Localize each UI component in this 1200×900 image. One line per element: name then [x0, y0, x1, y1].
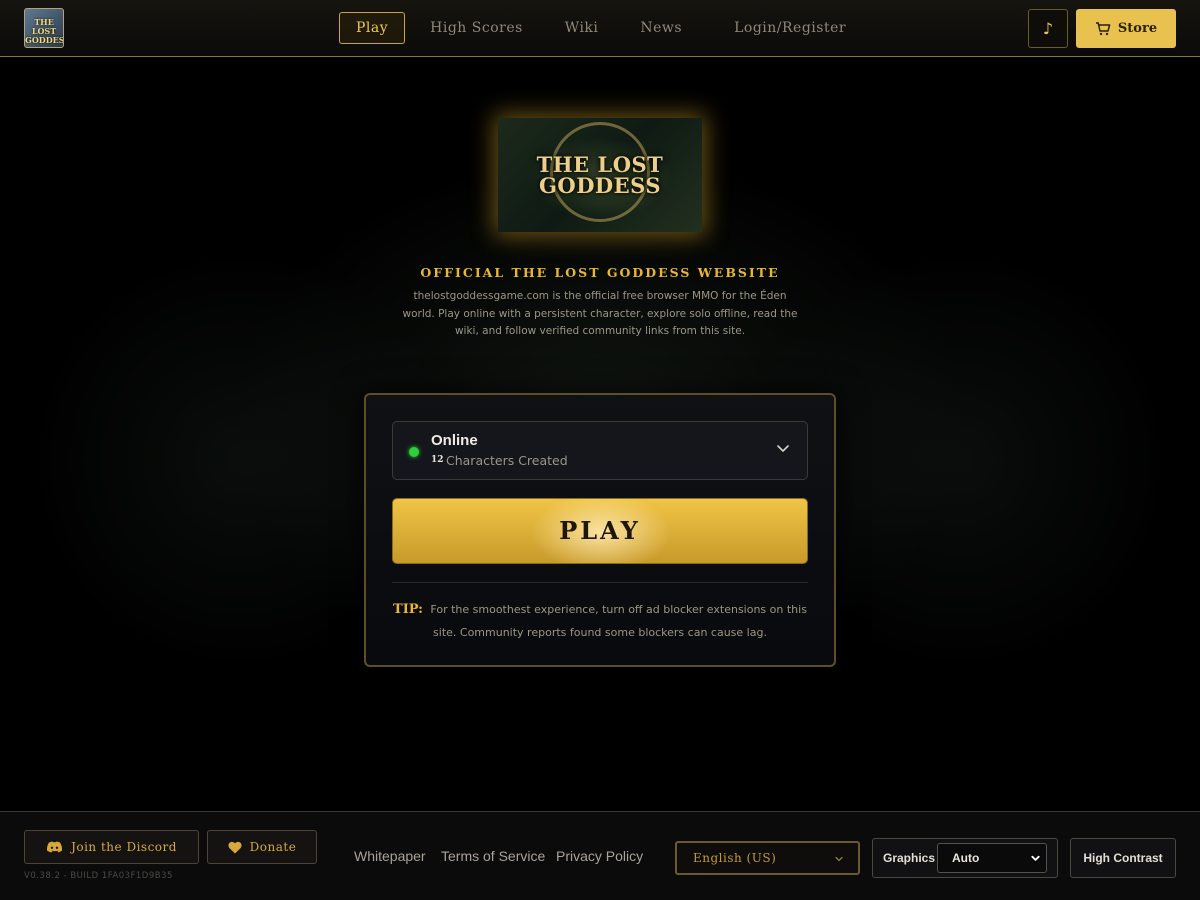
- online-status-dot: [409, 447, 419, 457]
- store-label: Store: [1117, 21, 1158, 36]
- language-select[interactable]: English (US): [675, 841, 860, 875]
- graphics-label: Graphics: [883, 851, 936, 865]
- graphics-select[interactable]: Auto: [937, 843, 1047, 873]
- heart-icon: [228, 841, 242, 853]
- version-text: V0.38.2 - BUILD 1FA03F1D9B35: [24, 871, 173, 881]
- play-button[interactable]: PLAY: [392, 498, 808, 564]
- cart-icon: [1095, 21, 1111, 35]
- donate-label: Donate: [249, 840, 297, 854]
- discord-label: Join the Discord: [71, 840, 177, 854]
- language-value: English (US): [693, 851, 777, 865]
- store-button[interactable]: Store: [1076, 9, 1176, 48]
- banner-title: THE LOST GODDESS: [536, 152, 664, 198]
- tip-message: TIP: For the smoothest experience, turn …: [386, 598, 814, 644]
- nav-login-register[interactable]: Login/Register: [717, 12, 863, 44]
- discord-icon: [47, 841, 63, 852]
- game-banner: THE LOST GODDESS: [498, 118, 702, 232]
- music-note-icon: ♪: [1042, 19, 1054, 38]
- divider: [392, 582, 808, 583]
- chevron-down-icon: [835, 856, 843, 862]
- characters-label: Characters Created: [446, 453, 568, 468]
- footer: Join the Discord Donate V0.38.2 - BUILD …: [0, 811, 1200, 900]
- whitepaper-link[interactable]: Whitepaper: [354, 848, 426, 864]
- page-title: OFFICIAL THE LOST GODDESS WEBSITE: [420, 265, 780, 280]
- main-nav: Play High Scores Wiki News Login/Registe…: [339, 12, 871, 44]
- top-nav-bar: THE LOST GODDESS Play High Scores Wiki N…: [0, 0, 1200, 57]
- play-card: Online 12 Characters Created PLAY TIP: F…: [364, 393, 836, 667]
- high-contrast-button[interactable]: High Contrast: [1070, 838, 1176, 878]
- nav-high-scores[interactable]: High Scores: [413, 12, 540, 44]
- nav-news[interactable]: News: [623, 12, 699, 44]
- site-logo[interactable]: THE LOST GODDESS: [24, 8, 64, 48]
- characters-count: 12: [431, 455, 444, 465]
- terms-link[interactable]: Terms of Service: [441, 848, 545, 864]
- graphics-value: Auto: [952, 851, 980, 865]
- graphics-setting: Graphics Auto: [872, 838, 1058, 878]
- donate-button[interactable]: Donate: [207, 830, 317, 864]
- chevron-down-icon: [1031, 855, 1040, 861]
- music-toggle-button[interactable]: ♪: [1028, 9, 1068, 48]
- privacy-link[interactable]: Privacy Policy: [556, 848, 643, 864]
- nav-wiki[interactable]: Wiki: [548, 12, 616, 44]
- tip-text: For the smoothest experience, turn off a…: [430, 603, 807, 639]
- join-discord-button[interactable]: Join the Discord: [24, 830, 199, 864]
- nav-play[interactable]: Play: [339, 12, 406, 44]
- tip-label: TIP:: [393, 602, 423, 617]
- site-description: thelostgoddessgame.com is the official f…: [402, 290, 798, 337]
- logo-text: THE LOST GODDESS: [25, 17, 64, 45]
- server-selector[interactable]: Online 12 Characters Created: [392, 421, 808, 480]
- server-status: Online: [431, 432, 478, 449]
- chevron-down-icon: [777, 445, 789, 452]
